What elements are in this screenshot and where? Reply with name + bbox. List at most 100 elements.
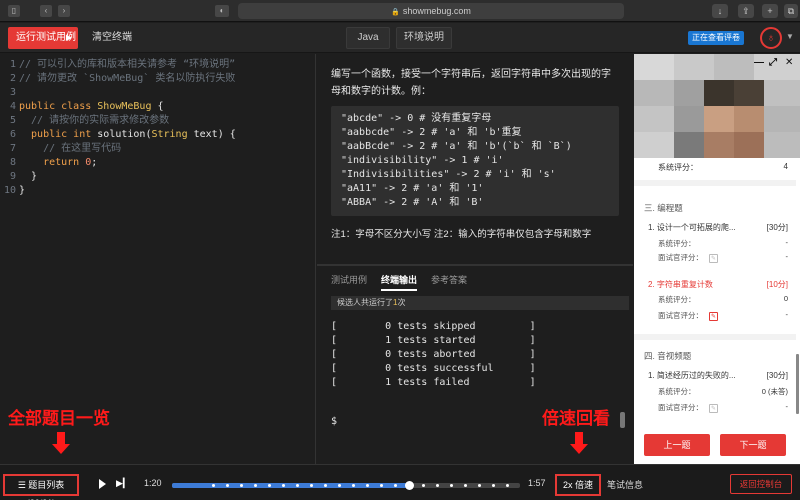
- question-3-title: 1. 简述经历过的失败的...: [648, 371, 736, 380]
- skip-next-icon[interactable]: ▶▎: [116, 478, 130, 489]
- video-pixel: [704, 80, 734, 106]
- q3-interviewer-label: 面试官评分：: [658, 403, 703, 412]
- edit-icon[interactable]: ✎: [709, 311, 718, 321]
- question-marker[interactable]: [338, 484, 341, 487]
- address-bar[interactable]: 🔒 showmebug.com: [238, 3, 624, 19]
- question-2-item[interactable]: 2. 字符串重复计数 [10分]: [648, 279, 794, 290]
- question-marker[interactable]: [394, 484, 397, 487]
- code-line[interactable]: 7 // 在这里写代码: [0, 142, 316, 156]
- tab-overview-icon[interactable]: ⧉: [784, 4, 798, 18]
- console-tabs: 测试用例 终端输出 参考答案: [331, 272, 481, 291]
- code-line[interactable]: 1// 可以引入的库和版本相关请参考 “环境说明”: [0, 58, 316, 72]
- sidebar-toggle-icon[interactable]: ▯: [8, 5, 20, 17]
- terminal-output-line: [ 1 tests failed ]: [331, 377, 536, 388]
- back-to-console-button[interactable]: 返回控制台: [730, 474, 792, 494]
- play-icon[interactable]: [99, 479, 106, 489]
- url-text: showmebug.com: [402, 6, 471, 16]
- sidebar-scrollbar[interactable]: [796, 354, 799, 414]
- question-1-item[interactable]: 1. 设计一个可拓展的爬... [30分]: [648, 222, 794, 233]
- prev-question-button[interactable]: 上一题: [644, 434, 710, 456]
- code-line[interactable]: 8 return 0;: [0, 156, 316, 170]
- code-line[interactable]: 5 // 请按你的实际需求修改参数: [0, 114, 316, 128]
- candidate-video[interactable]: — ⤢ ✕: [634, 54, 800, 158]
- line-number: 9: [9, 171, 16, 182]
- annotation-right-arrow-icon: [570, 444, 588, 454]
- recording-icon[interactable]: ♁: [760, 27, 782, 49]
- question-marker[interactable]: [226, 484, 229, 487]
- question-marker[interactable]: [492, 484, 495, 487]
- add-tab-icon[interactable]: +: [762, 4, 778, 18]
- question-marker[interactable]: [478, 484, 481, 487]
- terminal-prompt[interactable]: $: [331, 416, 337, 427]
- console-scrollbar[interactable]: [620, 412, 625, 428]
- share-icon[interactable]: ⇪: [738, 4, 754, 18]
- question-marker[interactable]: [450, 484, 453, 487]
- question-marker[interactable]: [436, 484, 439, 487]
- code-token: public class: [19, 101, 98, 112]
- question-marker[interactable]: [422, 484, 425, 487]
- example-line: "abcde" -> 0 # 没有重复字母: [341, 113, 492, 124]
- annotation-left-text: 全部题目一览: [8, 409, 110, 429]
- console-tab[interactable]: 参考答案: [431, 273, 467, 289]
- language-selector[interactable]: Java: [346, 27, 390, 49]
- question-marker[interactable]: [408, 484, 411, 487]
- close-icon[interactable]: ✕: [785, 57, 793, 68]
- clear-terminal-button[interactable]: 清空终端: [85, 27, 139, 49]
- code-line[interactable]: 3: [0, 86, 316, 100]
- question-marker[interactable]: [212, 484, 215, 487]
- written-test-info-button[interactable]: 笔试信息: [604, 474, 646, 496]
- question-1-system-score: 系统评分： -: [658, 238, 794, 249]
- example-line: "aabBcde" -> 2 # 'a' 和 'b'(`b` 和 `B`): [341, 141, 572, 152]
- question-marker[interactable]: [464, 484, 467, 487]
- question-marker[interactable]: [506, 484, 509, 487]
- question-marker[interactable]: [366, 484, 369, 487]
- question-2-system-score: 系统评分： 0: [658, 294, 794, 305]
- video-pixel: [674, 80, 704, 106]
- code-line[interactable]: 6 public int solution(String text) {: [0, 128, 316, 142]
- edit-icon[interactable]: ✎: [709, 403, 718, 413]
- question-marker[interactable]: [296, 484, 299, 487]
- question-marker[interactable]: [380, 484, 383, 487]
- question-marker[interactable]: [282, 484, 285, 487]
- video-pixel: [674, 106, 704, 132]
- code-line[interactable]: 2// 请勿更改 `ShowMeBug` 类名以防执行失败: [0, 72, 316, 86]
- line-number: 7: [9, 143, 16, 154]
- edit-icon[interactable]: ✎: [709, 253, 718, 263]
- question-1-points: [30分]: [766, 223, 788, 232]
- top-system-score-label: 系统评分：: [658, 163, 698, 172]
- question-marker[interactable]: [254, 484, 257, 487]
- progress-track[interactable]: [172, 481, 520, 490]
- console-tab[interactable]: 测试用例: [331, 273, 367, 289]
- run-tests-button[interactable]: 运行测试用例 ▶: [8, 27, 78, 49]
- example-line: "Indivisibilities" -> 2 # 'i' 和 's': [341, 169, 556, 180]
- code-line[interactable]: 9 }: [0, 170, 316, 184]
- code-line[interactable]: 4 public class ShowMeBug {: [0, 100, 316, 114]
- question-marker[interactable]: [352, 484, 355, 487]
- question-3-item[interactable]: 1. 简述经历过的失败的... [30分]: [648, 370, 794, 381]
- back-icon[interactable]: ‹: [40, 5, 52, 17]
- line-number: 1: [9, 59, 16, 70]
- playback-speed-button[interactable]: 2x 倍速: [555, 474, 601, 496]
- question-marker[interactable]: [324, 484, 327, 487]
- download-icon[interactable]: ↓: [712, 4, 728, 18]
- code-token: solution(: [97, 129, 152, 140]
- forward-icon[interactable]: ›: [58, 5, 70, 17]
- question-marker[interactable]: [240, 484, 243, 487]
- question-marker[interactable]: [310, 484, 313, 487]
- console-tab[interactable]: 终端输出: [381, 273, 418, 291]
- question-list-button[interactable]: ☰ 题目列表(20/21): [3, 474, 79, 500]
- expand-icon[interactable]: ⤢: [769, 57, 777, 68]
- privacy-shield-icon[interactable]: ◐: [215, 5, 229, 17]
- environment-info-button[interactable]: 环境说明: [396, 27, 452, 49]
- minimize-icon[interactable]: —: [754, 57, 764, 68]
- chevron-down-icon[interactable]: ▼: [786, 32, 794, 41]
- next-question-button[interactable]: 下一题: [720, 434, 786, 456]
- video-pixel: [764, 132, 800, 158]
- top-system-score: 系统评分： 4: [644, 162, 794, 173]
- code-editor[interactable]: 1// 可以引入的库和版本相关请参考 “环境说明” 2// 请勿更改 `ShowM…: [0, 54, 316, 464]
- q3-system-value: 0 (未答): [761, 387, 788, 396]
- question-marker[interactable]: [268, 484, 271, 487]
- annotation-left-arrow-shaft: [57, 432, 65, 444]
- run-info-suffix: 次: [397, 298, 406, 307]
- code-line[interactable]: 10}: [0, 184, 316, 198]
